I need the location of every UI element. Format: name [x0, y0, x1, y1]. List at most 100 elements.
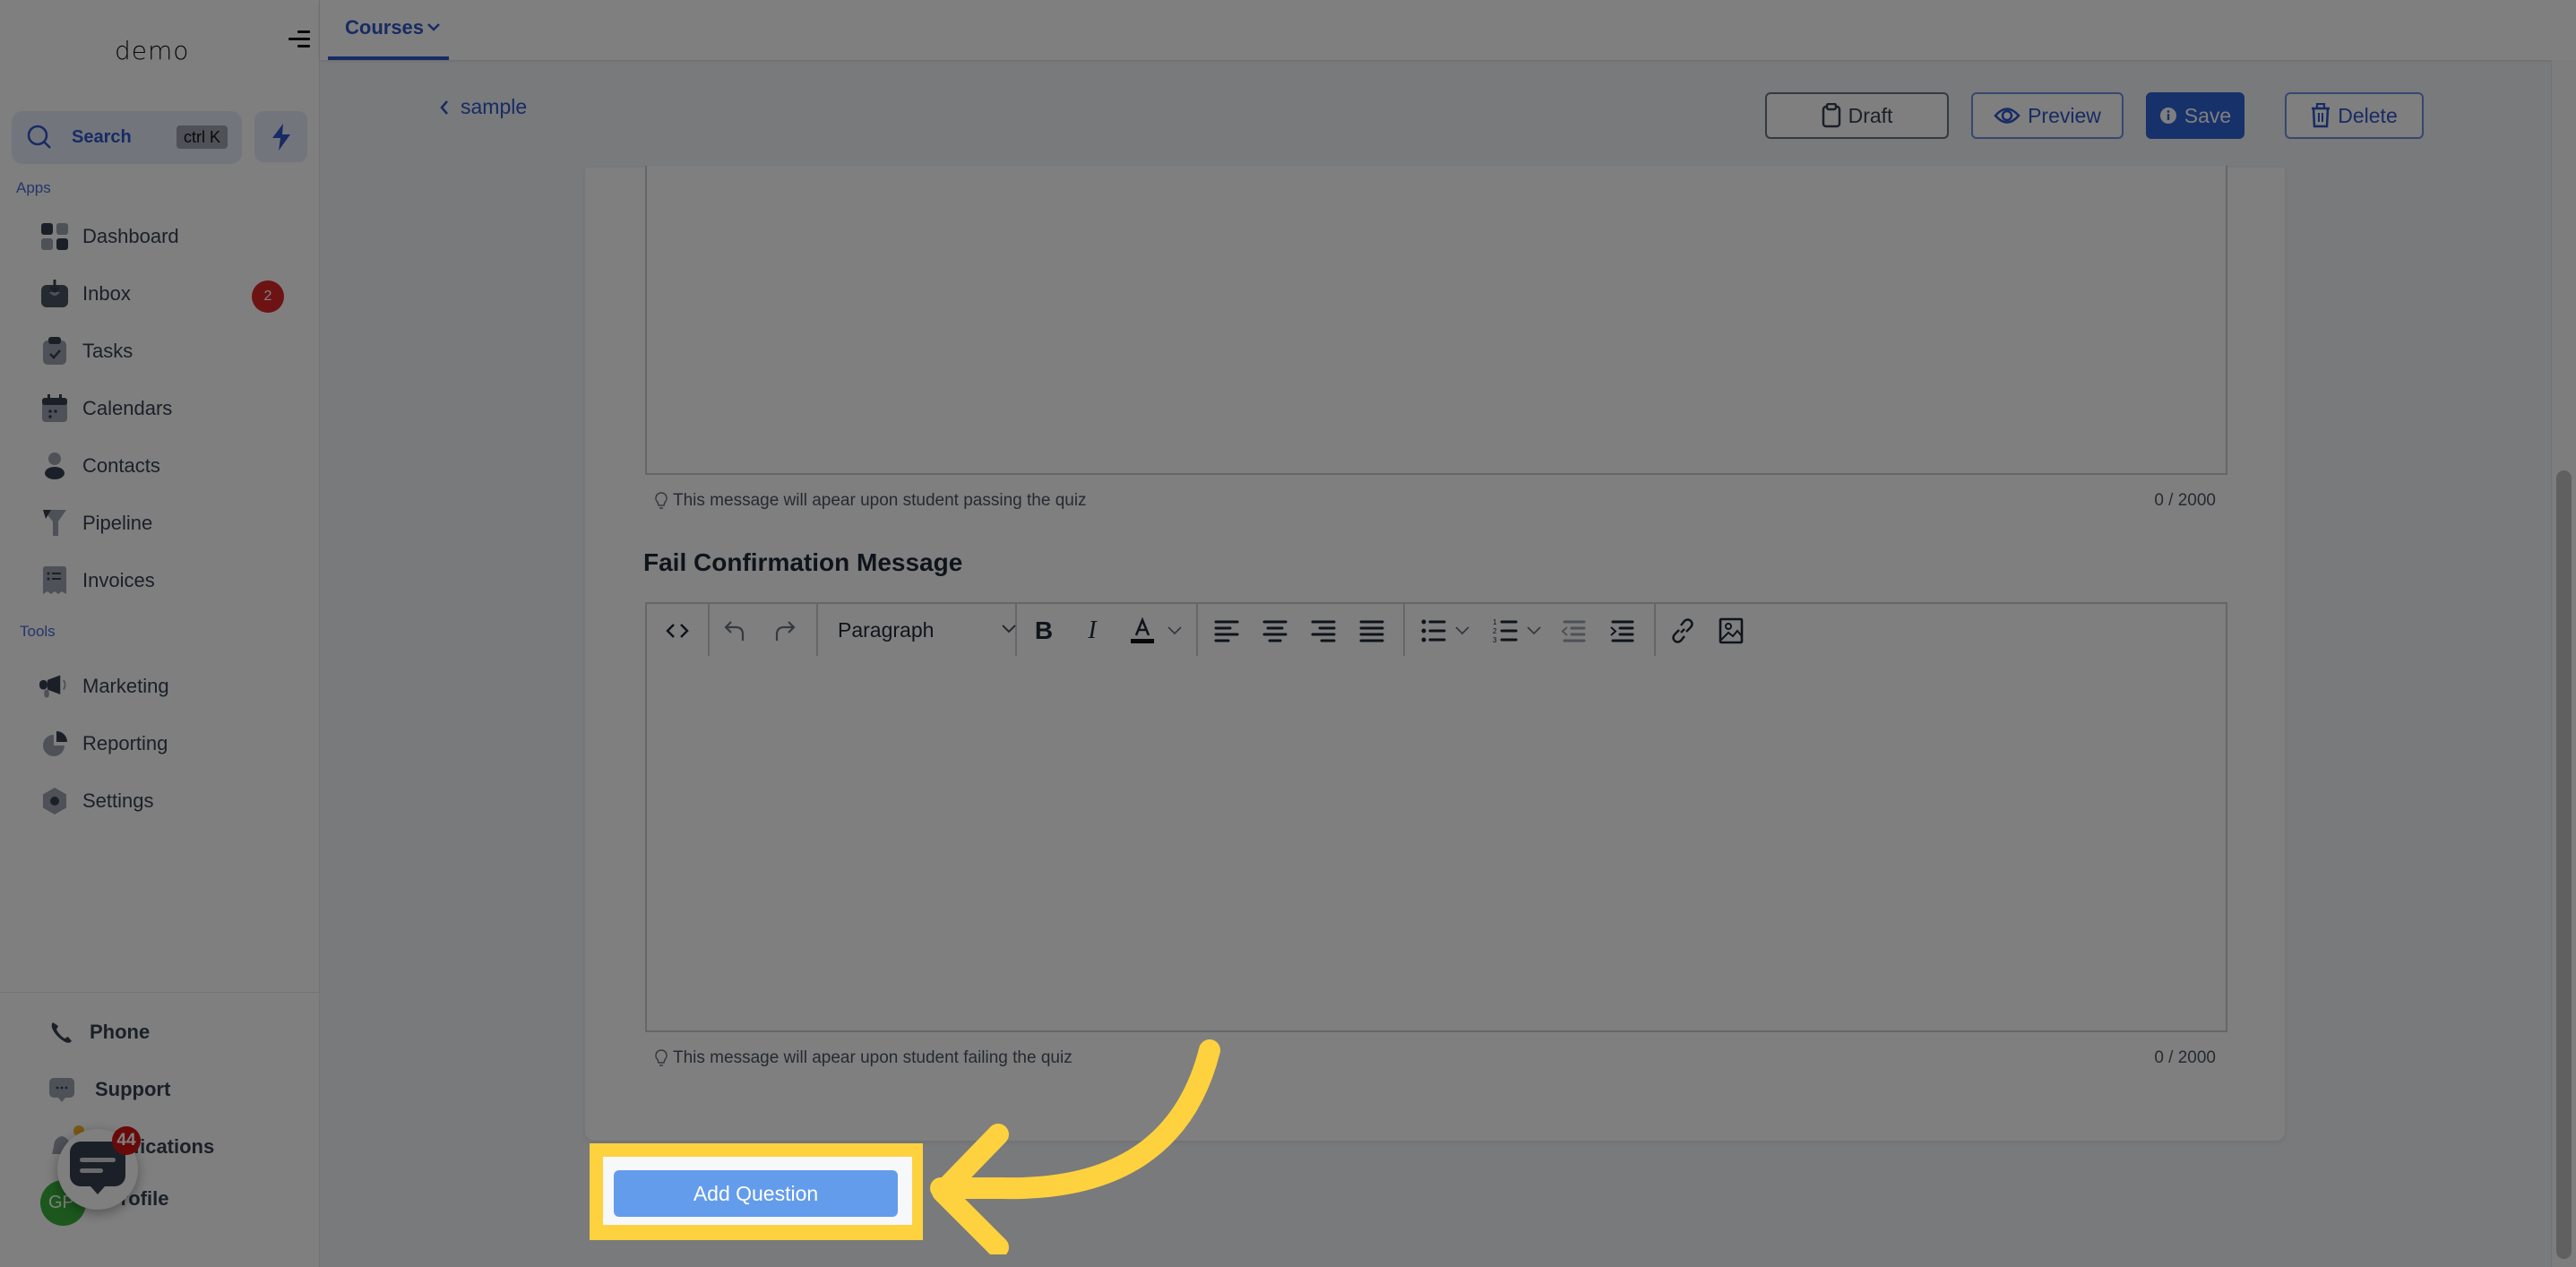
fail-message-counter: 0 / 2000	[2154, 1048, 2216, 1067]
fail-message-title: Fail Confirmation Message	[643, 548, 963, 576]
align-center-icon	[1262, 620, 1288, 642]
sidebar-item-tasks[interactable]: Tasks	[39, 332, 299, 371]
pie-chart-icon	[39, 728, 70, 759]
chevron-down-icon	[1002, 625, 1016, 634]
sidebar-item-contacts[interactable]: Contacts	[39, 446, 299, 486]
eye-icon	[1994, 108, 2020, 124]
sidebar-item-label: Tasks	[82, 340, 134, 362]
align-left-icon	[1214, 620, 1239, 642]
brand-logo[interactable]: demo	[115, 36, 189, 65]
sidebar-divider	[0, 992, 320, 993]
phone-icon	[47, 1017, 77, 1047]
insert-link-button[interactable]	[1668, 616, 1697, 645]
align-center-button[interactable]	[1261, 616, 1289, 645]
sidebar-item-phone[interactable]: Phone	[47, 1013, 306, 1052]
top-bar: Courses	[320, 0, 2576, 60]
search-label: Search	[72, 127, 132, 147]
inbox-icon	[39, 279, 70, 309]
bullet-list-dropdown[interactable]	[1453, 616, 1471, 645]
sidebar-item-label: Invoices	[82, 569, 155, 591]
sidebar-item-label: Inbox	[82, 282, 131, 305]
bullet-list-button[interactable]	[1419, 616, 1448, 645]
pass-message-counter: 0 / 2000	[2154, 491, 2216, 510]
sidebar-item-label: Settings	[82, 789, 154, 812]
redo-icon	[775, 621, 796, 641]
align-left-button[interactable]	[1212, 616, 1241, 645]
align-justify-button[interactable]	[1357, 616, 1386, 645]
sidebar-item-dashboard[interactable]: Dashboard	[39, 217, 299, 256]
tab-label: Courses	[345, 16, 425, 39]
block-format-select[interactable]: Paragraph	[838, 615, 1017, 645]
page-scrollbar-thumb[interactable]	[2556, 470, 2572, 1259]
pass-message-hint: This message will apear upon student pas…	[655, 491, 1087, 511]
contacts-icon	[39, 451, 70, 481]
outdent-button[interactable]	[1559, 616, 1588, 645]
sidebar: demo Search ctrl K Apps Dashboard Inbox …	[0, 0, 320, 1267]
tab-courses[interactable]: Courses	[328, 0, 449, 60]
sidebar-item-pipeline[interactable]: Pipeline	[39, 504, 299, 543]
chat-widget-badge: 44	[112, 1126, 141, 1155]
quiz-settings-card: This message will apear upon student pas…	[585, 166, 2285, 1141]
sidebar-item-label: Support	[95, 1078, 171, 1100]
bold-icon: B	[1034, 616, 1054, 644]
draft-button[interactable]: Draft	[1765, 92, 1949, 139]
hint-text: This message will apear upon student pas…	[673, 491, 1087, 510]
sidebar-item-label: Contacts	[82, 454, 160, 477]
calendar-icon	[39, 393, 70, 424]
invoices-icon	[39, 565, 70, 596]
chevron-down-icon	[1527, 626, 1541, 635]
align-right-button[interactable]	[1309, 616, 1338, 645]
chevron-left-icon	[440, 99, 448, 115]
add-question-button[interactable]: Add Question	[614, 1170, 898, 1217]
preview-button[interactable]: Preview	[1971, 92, 2124, 139]
megaphone-icon	[39, 671, 70, 702]
numbered-list-button[interactable]: 123	[1491, 616, 1520, 645]
sidebar-item-label: Pipeline	[82, 512, 153, 534]
bold-button[interactable]: B	[1030, 616, 1058, 645]
redo-button[interactable]	[771, 616, 799, 645]
svg-text:2: 2	[1493, 627, 1497, 635]
search-shortcut-badge: ctrl K	[177, 125, 228, 149]
numbered-list-dropdown[interactable]	[1525, 616, 1543, 645]
sidebar-item-marketing[interactable]: Marketing	[39, 667, 299, 706]
quick-actions-button[interactable]	[254, 111, 307, 162]
italic-icon: I	[1088, 616, 1097, 644]
lightning-icon	[272, 124, 290, 151]
sidebar-item-reporting[interactable]: Reporting	[39, 724, 299, 763]
back-link[interactable]: sample	[439, 95, 527, 119]
tools-section-label: Tools	[20, 623, 56, 640]
gear-icon	[39, 786, 70, 816]
sidebar-item-label: Reporting	[82, 732, 168, 754]
save-button[interactable]: Save	[2146, 92, 2244, 139]
sidebar-item-label: Dashboard	[82, 225, 179, 247]
menu-icon	[297, 30, 310, 33]
tutorial-arrow-icon	[930, 1039, 1220, 1254]
inbox-unread-badge: 2	[252, 280, 284, 313]
save-label: Save	[2184, 103, 2232, 127]
italic-button[interactable]: I	[1078, 616, 1107, 645]
text-color-icon	[1131, 617, 1154, 643]
chevron-down-icon	[427, 23, 440, 31]
pass-message-editor[interactable]	[645, 166, 2227, 475]
text-color-button[interactable]	[1128, 616, 1157, 645]
sidebar-collapse-button[interactable]	[289, 29, 312, 50]
svg-text:3: 3	[1493, 636, 1497, 643]
indent-button[interactable]	[1607, 616, 1636, 645]
sidebar-item-calendars[interactable]: Calendars	[39, 389, 299, 428]
clipboard-icon	[1822, 103, 1840, 128]
image-icon	[1719, 617, 1744, 644]
insert-image-button[interactable]	[1717, 616, 1745, 645]
text-color-dropdown[interactable]	[1166, 616, 1184, 645]
delete-button[interactable]: Delete	[2285, 92, 2424, 139]
sidebar-item-settings[interactable]: Settings	[39, 781, 299, 821]
undo-button[interactable]	[720, 616, 749, 645]
sidebar-item-invoices[interactable]: Invoices	[39, 561, 299, 600]
source-code-button[interactable]	[663, 616, 692, 645]
fail-message-editor[interactable]	[645, 656, 2227, 1032]
sidebar-item-support[interactable]: Support	[47, 1070, 306, 1109]
search-button[interactable]: Search ctrl K	[12, 111, 242, 164]
link-icon	[1672, 618, 1693, 643]
code-icon	[666, 624, 689, 638]
sidebar-item-label: Phone	[90, 1021, 151, 1043]
dashboard-icon	[39, 221, 70, 252]
